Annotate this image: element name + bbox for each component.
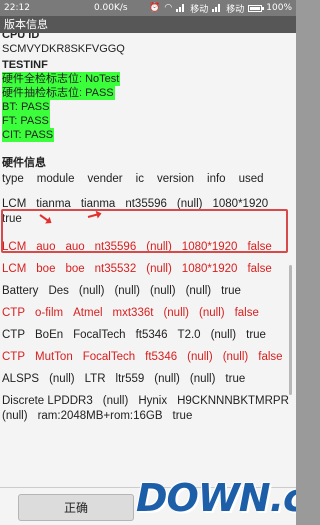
table-row: CTP o-film Atmel mxt336t (null) (null) false [2, 306, 296, 321]
version-info-dialog: 版本信息 CPU ID SCMVYDKR8SKFVGGQ TESTINF 硬件全… [0, 16, 296, 525]
table-cell: (null) [187, 351, 213, 363]
alarm-icon: ⏰ [149, 3, 161, 13]
column-header: used [238, 173, 264, 185]
table-cell: (null) [210, 329, 237, 341]
table-cell: true [221, 285, 241, 297]
table-cell: false [234, 307, 259, 319]
table-cell: CTP [2, 351, 25, 363]
table-row: CTP MutTon FocalTech ft5346 (null) (null) fals… [2, 350, 296, 365]
column-header: type [2, 173, 24, 185]
table-cell: ft5346 [135, 329, 168, 341]
table-cell: nt35532 [94, 263, 137, 275]
highlight-box [1, 209, 288, 253]
table-cell: (null) [114, 285, 141, 297]
dialog-content[interactable]: CPU ID SCMVYDKR8SKFVGGQ TESTINF 硬件全检标志位:… [0, 33, 296, 487]
table-cell: false [258, 351, 283, 363]
table-cell: Des [48, 285, 69, 297]
table-cell: BoEn [35, 329, 64, 341]
carrier-label-1: 移动 [190, 4, 209, 15]
table-cell: (null) [102, 395, 129, 407]
table-cell: o-film [35, 307, 64, 319]
network-speed: 0.00K/s [93, 3, 128, 13]
testinf-label: TESTINF [2, 59, 48, 71]
table-cell: CTP [2, 307, 25, 319]
scrollbar[interactable] [289, 265, 292, 395]
table-cell: boe [36, 263, 56, 275]
ok-button[interactable]: 正确 [18, 494, 134, 521]
table-cell: ft5346 [145, 351, 178, 363]
screen: 22:12 0.00K/s ⏰ ◠ 移动 移动 100% 版本信息 CPU ID… [0, 0, 296, 525]
table-cell: (null) [222, 351, 249, 363]
table-cell: Discrete LPDDR3 [2, 395, 93, 407]
table-cell: ALSPS [2, 373, 40, 385]
hardware-info-title: 硬件信息 [2, 157, 46, 169]
table-cell: FocalTech [82, 351, 136, 363]
table-cell: (null) [78, 285, 105, 297]
signal-icon [212, 4, 222, 12]
test-line: 硬件抽检标志位: PASS [2, 86, 115, 100]
table-row: Battery Des (null) (null) (null) (null) true [2, 284, 296, 299]
watermark-text: DOWN.cc [136, 476, 296, 520]
table-cell: (null) [185, 285, 212, 297]
table-cell: LTR [84, 373, 106, 385]
carrier-label-2: 移动 [226, 4, 245, 15]
table-cell: FocalTech [73, 329, 126, 341]
cpuid-value: SCMVYDKR8SKFVGGQ [2, 43, 125, 55]
dialog-title: 版本信息 [0, 16, 296, 33]
table-cell: (null) [49, 373, 75, 385]
signal-icon [176, 4, 186, 12]
table-cell: LCM [2, 263, 27, 275]
table-cell: (null) [199, 307, 225, 319]
table-row: ALSPS (null) LTR ltr559 (null) (null) true [2, 372, 296, 387]
table-cell: 1080*1920 [181, 263, 238, 275]
test-line: CIT: PASS [2, 128, 55, 142]
battery-percent: 100% [266, 3, 292, 13]
column-header: module [36, 173, 75, 185]
table-cell: (null) [146, 263, 172, 275]
table-cell: T2.0 [177, 329, 201, 341]
table-cell: (null) [154, 373, 180, 385]
column-header: info [207, 173, 226, 185]
cpuid-label: CPU ID [2, 33, 40, 41]
status-bar: 22:12 0.00K/s ⏰ ◠ 移动 移动 100% [0, 0, 296, 16]
table-cell: Battery [2, 285, 39, 297]
column-header: version [156, 173, 195, 185]
table-cell: true [172, 410, 193, 422]
table-row: CTP BoEn FocalTech ft5346 T2.0 (null) true [2, 328, 296, 343]
status-time: 22:12 [4, 3, 30, 13]
table-cell: mxt336t [112, 307, 154, 319]
battery-icon [248, 4, 265, 12]
table-cell: MutTon [35, 351, 73, 363]
table-cell: false [247, 263, 272, 275]
table-cell: (null) [150, 285, 176, 297]
table-row: Discrete LPDDR3 (null) Hynix H9CKNNNBKTMRPR… [2, 394, 296, 424]
table-cell: Hynix [138, 395, 168, 407]
table-cell: true [225, 373, 246, 385]
table-cell: CTP [2, 329, 25, 341]
table-cell: H9CKNNNBKTMRPR [177, 395, 289, 407]
status-icons: ⏰ ◠ 移动 移动 100% [149, 2, 292, 15]
table-cell: (null) [2, 410, 28, 422]
wifi-icon: ◠ [164, 3, 173, 13]
table-cell: ltr559 [115, 373, 145, 385]
table-cell: true [246, 329, 266, 341]
table-cell: (null) [189, 373, 216, 385]
column-header: vender [87, 173, 123, 185]
test-line: FT: PASS [2, 114, 50, 128]
watermark: DOWN.cc [136, 470, 296, 525]
table-cell: Atmel [73, 307, 103, 319]
table-cell: boe [65, 263, 85, 275]
table-header: type module vender ic version info used [2, 172, 296, 186]
test-line: 硬件全检标志位: NoTest [2, 72, 121, 86]
table-cell: ram:2048MB+rom:16GB [37, 410, 163, 422]
table-row: LCM boe boe nt35532 (null) 1080*1920 false [2, 262, 296, 277]
test-line: BT: PASS [2, 100, 51, 114]
table-cell: (null) [163, 307, 190, 319]
column-header: ic [135, 173, 144, 185]
